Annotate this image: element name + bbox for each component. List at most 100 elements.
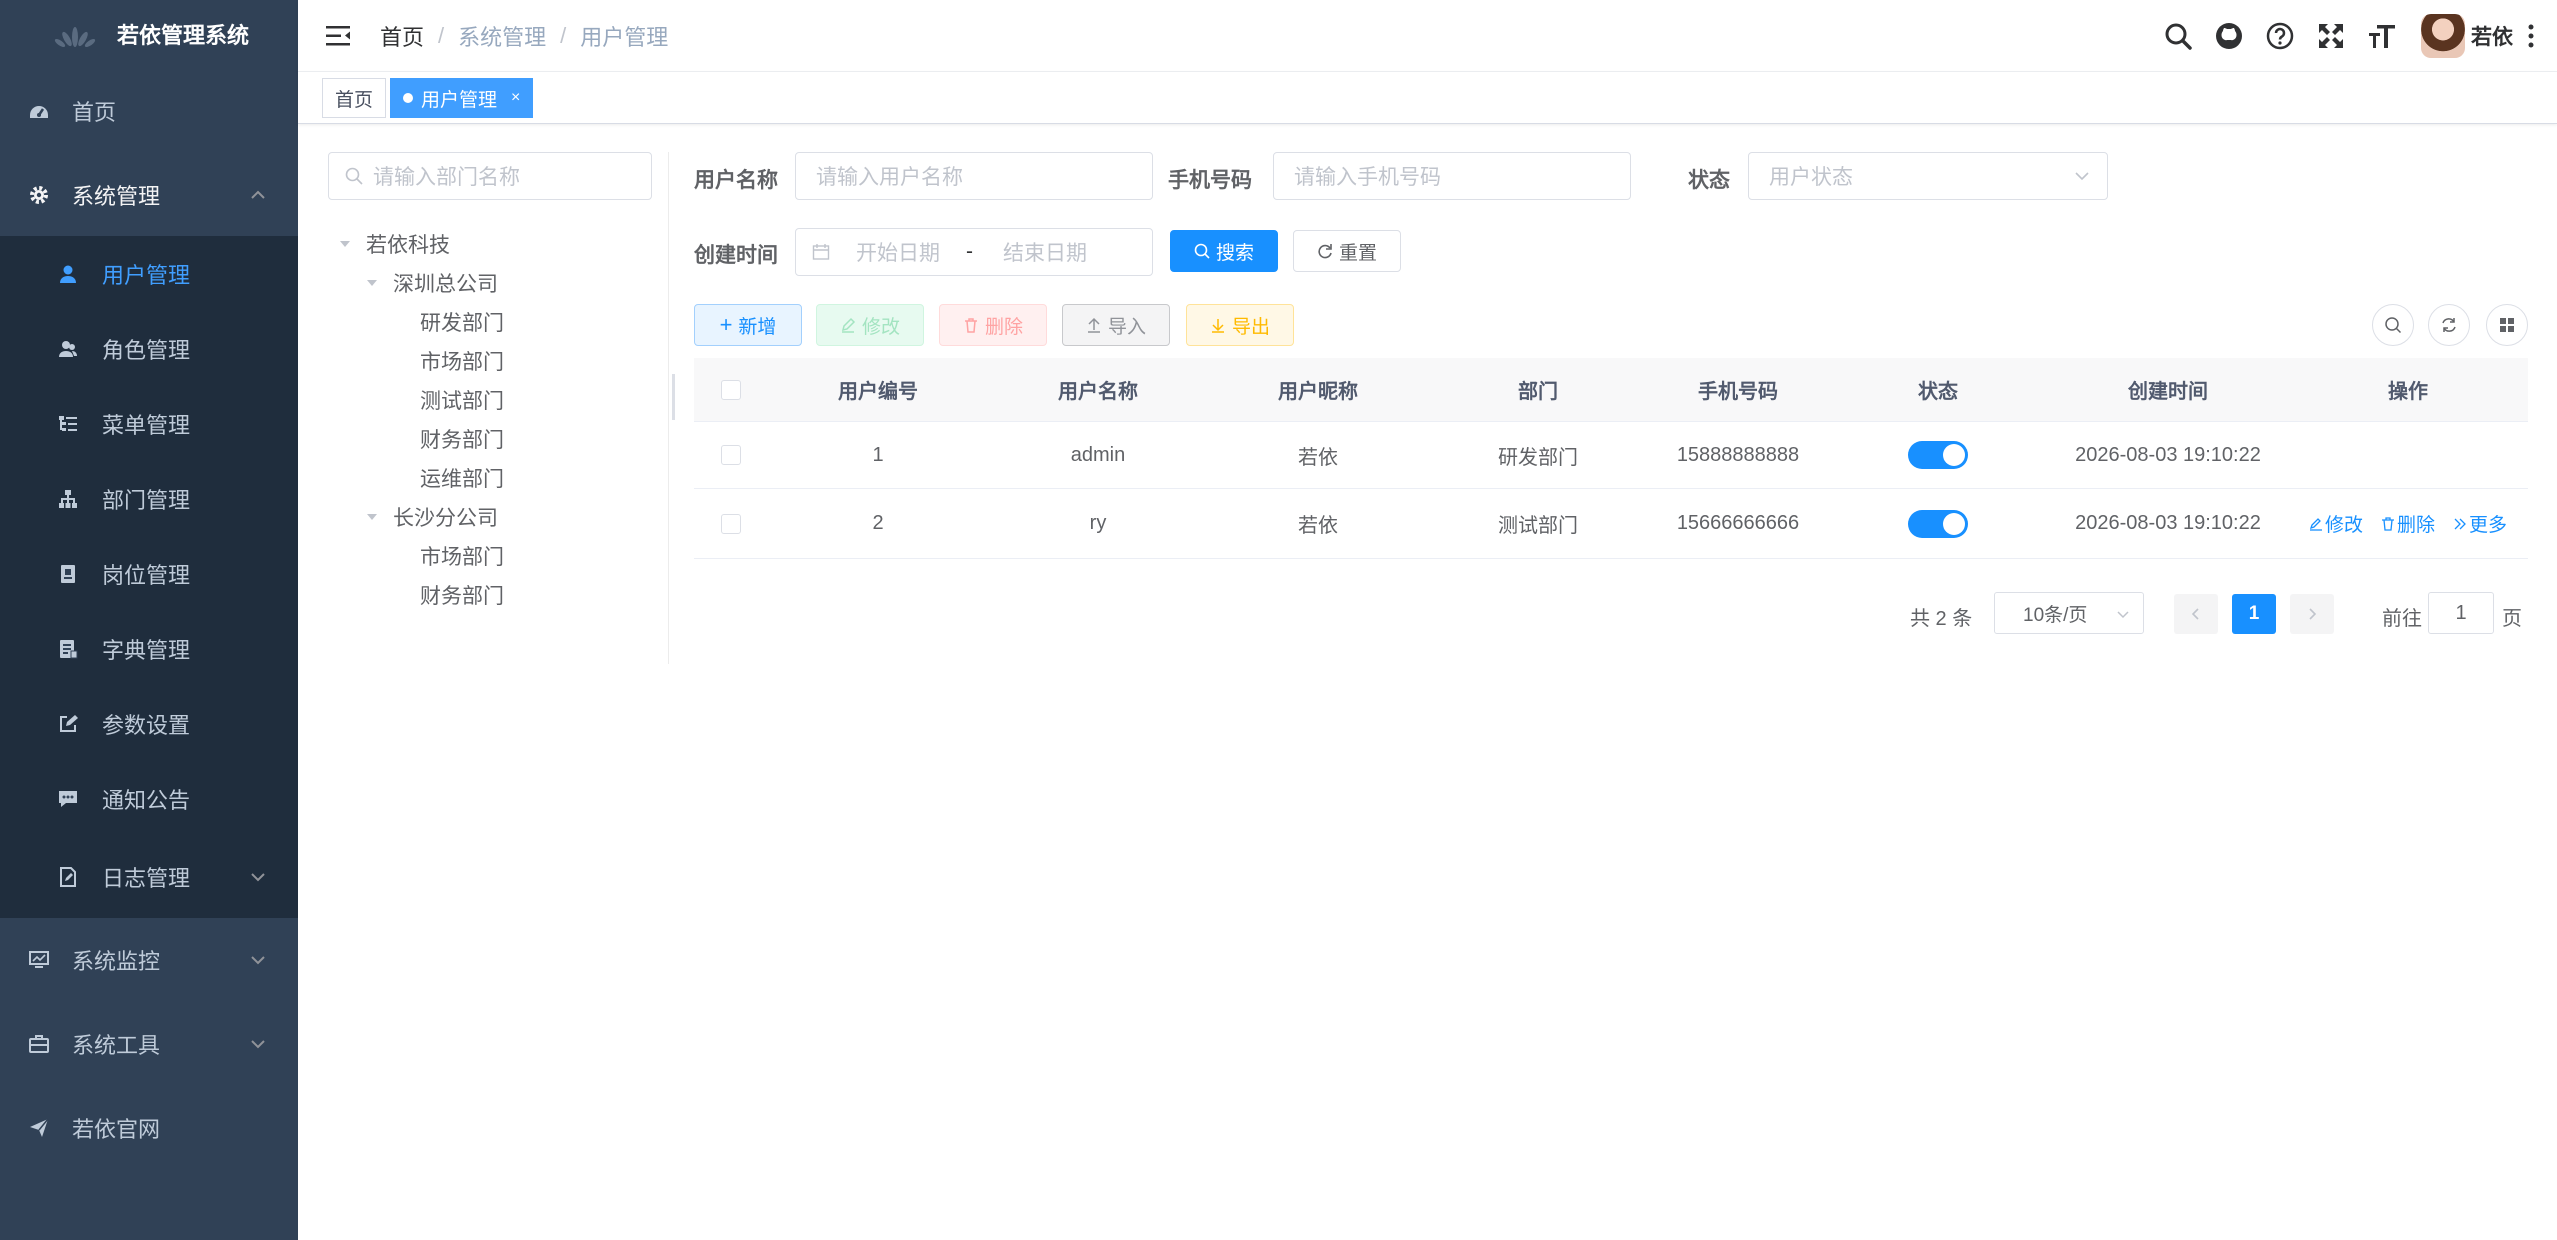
export-button[interactable]: 导出 <box>1186 304 1294 346</box>
more-vertical-icon[interactable] <box>2521 19 2541 53</box>
row-select-cell <box>694 513 768 534</box>
tree-node[interactable]: 研发部门 <box>328 302 658 341</box>
user-name[interactable]: 若依 <box>2471 21 2513 51</box>
next-page-button[interactable] <box>2290 594 2334 634</box>
sidebar-item-system[interactable]: 系统管理 <box>0 154 298 236</box>
prev-page-button[interactable] <box>2174 594 2218 634</box>
sidebar-item-post[interactable]: 岗位管理 <box>0 536 298 611</box>
cell-username: admin <box>1070 443 1126 466</box>
tree-node[interactable]: 深圳总公司 <box>328 263 658 302</box>
tree-node-label: 运维部门 <box>420 467 504 491</box>
cell-dept: 研发部门 <box>1498 446 1578 469</box>
caret-down-icon <box>338 237 352 251</box>
status-label: 状态 <box>1688 169 1730 192</box>
table-row[interactable]: 2 ry 若依 测试部门 15666666666 2026-08-03 19:1… <box>694 489 2528 559</box>
row-edit-link[interactable]: 修改 <box>2309 510 2363 537</box>
post-icon <box>56 562 80 586</box>
sidebar-item-label: 首页 <box>72 100 117 125</box>
reset-button-label: 重置 <box>1338 242 1377 264</box>
navbar: 首页 / 系统管理 / 用户管理 若依 <box>298 0 2557 72</box>
sidebar-item-config[interactable]: 参数设置 <box>0 686 298 761</box>
tree-node[interactable]: 长沙分公司 <box>328 497 658 536</box>
row-checkbox[interactable] <box>721 445 741 465</box>
sidebar-item-monitor[interactable]: 系统监控 <box>0 918 298 1002</box>
sidebar-item-role[interactable]: 角色管理 <box>0 311 298 386</box>
logo[interactable]: 若依管理系统 <box>0 0 298 68</box>
search-icon <box>1194 243 1210 259</box>
close-icon[interactable]: × <box>511 89 520 107</box>
username-label: 用户名称 <box>694 169 778 192</box>
select-all-checkbox[interactable] <box>721 379 741 400</box>
edit-button[interactable]: 修改 <box>816 304 924 346</box>
goto-page-input[interactable]: 1 <box>2428 592 2494 634</box>
status-switch[interactable] <box>1908 441 1968 469</box>
username-input[interactable]: 请输入用户名称 <box>795 152 1153 200</box>
reset-button[interactable]: 重置 <box>1293 230 1401 272</box>
toggle-search-button[interactable] <box>2372 304 2414 346</box>
breadcrumb-home[interactable]: 首页 <box>380 20 424 52</box>
breadcrumb: 首页 / 系统管理 / 用户管理 <box>380 20 668 52</box>
tool-icon <box>26 1031 52 1057</box>
switch-knob <box>1943 512 1965 535</box>
goto-suffix: 页 <box>2502 608 2522 630</box>
tree-node[interactable]: 测试部门 <box>328 380 658 419</box>
import-button[interactable]: 导入 <box>1062 304 1170 346</box>
phone-input[interactable]: 请输入手机号码 <box>1273 152 1631 200</box>
tag-home[interactable]: 首页 <box>322 78 387 118</box>
tree-node[interactable]: 市场部门 <box>328 341 658 380</box>
tree-node[interactable]: 财务部门 <box>328 575 658 614</box>
plus-icon: + <box>719 312 733 337</box>
font-size-icon[interactable] <box>2365 19 2399 53</box>
sidebar-item-tool[interactable]: 系统工具 <box>0 1002 298 1086</box>
tree-node[interactable]: 运维部门 <box>328 458 658 497</box>
sidebar-item-log[interactable]: 日志管理 <box>0 836 298 918</box>
sidebar-item-label: 用户管理 <box>102 262 191 288</box>
dept-search-input[interactable]: 请输入部门名称 <box>328 152 652 200</box>
avatar[interactable] <box>2421 14 2465 58</box>
user-table: 用户编号 用户名称 用户昵称 部门 手机号码 状态 创建时间 操作 1 admi… <box>694 358 2528 559</box>
tag-user-management[interactable]: 用户管理 × <box>390 78 534 118</box>
tree-node-label: 研发部门 <box>420 311 504 335</box>
goto-prefix: 前往 <box>2382 608 2422 630</box>
sidebar-item-dict[interactable]: 字典管理 <box>0 611 298 686</box>
cell-user-id: 2 <box>872 512 884 534</box>
tree-node[interactable]: 若依科技 <box>328 224 658 263</box>
sidebar-item-dept[interactable]: 部门管理 <box>0 461 298 536</box>
search-icon[interactable] <box>2161 19 2195 53</box>
row-more-label: 更多 <box>2469 515 2508 536</box>
breadcrumb-current: 用户管理 <box>580 24 669 50</box>
page-number-button[interactable]: 1 <box>2232 594 2276 634</box>
sidebar-item-notice[interactable]: 通知公告 <box>0 761 298 836</box>
tree-node[interactable]: 市场部门 <box>328 536 658 575</box>
cell-dept: 测试部门 <box>1498 515 1578 537</box>
add-button[interactable]: + 新增 <box>694 304 802 346</box>
tree-node[interactable]: 财务部门 <box>328 419 658 458</box>
refresh-table-button[interactable] <box>2428 304 2470 346</box>
row-delete-link[interactable]: 删除 <box>2381 510 2435 537</box>
sidebar-item-user[interactable]: 用户管理 <box>0 236 298 311</box>
table-row[interactable]: 1 admin 若依 研发部门 15888888888 2026-08-03 1… <box>694 422 2528 489</box>
sidebar-item-menu[interactable]: 菜单管理 <box>0 386 298 461</box>
row-edit-label: 修改 <box>2324 515 2363 536</box>
tree-node-label: 市场部门 <box>420 545 504 569</box>
page-size-select[interactable]: 10条/页 <box>1994 592 2144 634</box>
row-checkbox[interactable] <box>721 513 741 534</box>
search-button[interactable]: 搜索 <box>1170 230 1278 272</box>
pane-resize-handle[interactable] <box>672 374 675 420</box>
column-header: 操作 <box>2388 381 2428 403</box>
column-settings-button[interactable] <box>2486 304 2528 346</box>
created-label: 创建时间 <box>694 244 778 267</box>
submenu-system: 用户管理 角色管理 菜单管理 部门管理 岗位管理 字典管理 参数设置 通知公告 … <box>0 236 298 918</box>
status-select[interactable]: 用户状态 <box>1748 152 2108 200</box>
delete-button[interactable]: 删除 <box>939 304 1047 346</box>
breadcrumb-system: 系统管理 <box>458 24 547 50</box>
row-more-link[interactable]: 更多 <box>2453 510 2507 537</box>
fullscreen-icon[interactable] <box>2314 19 2348 53</box>
sidebar-item-website[interactable]: 若依官网 <box>0 1086 298 1170</box>
github-icon[interactable] <box>2212 19 2246 53</box>
hamburger-icon[interactable] <box>324 22 352 50</box>
sidebar-item-home[interactable]: 首页 <box>0 68 298 154</box>
question-icon[interactable] <box>2263 19 2297 53</box>
date-range-picker[interactable]: 开始日期 - 结束日期 <box>795 228 1153 276</box>
status-switch[interactable] <box>1908 509 1968 538</box>
